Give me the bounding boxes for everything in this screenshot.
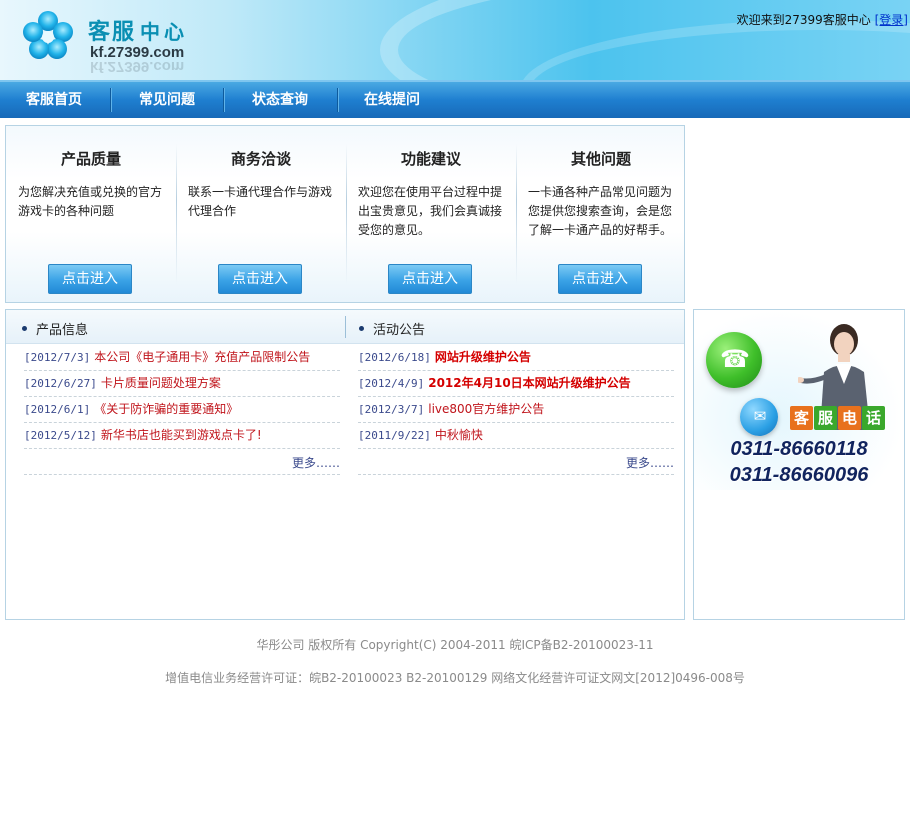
list-item[interactable]: [2012/7/3] 本公司《电子通用卡》充值产品限制公告 <box>24 345 340 371</box>
nav-item-faq[interactable]: 常见问题 <box>124 82 210 118</box>
item-title[interactable]: live800官方维护公告 <box>428 402 544 416</box>
category-description: 欢迎您在使用平台过程中提出宝贵意见，我们会真诚接受您的意见。 <box>358 185 503 237</box>
item-title[interactable]: 网站升级维护公告 <box>435 350 531 364</box>
label-char: 服 <box>814 406 837 430</box>
category-card-business: 商务洽谈 联系一卡通代理合作与游戏代理合作 点击进入 <box>176 126 346 302</box>
nav-divider <box>110 88 111 112</box>
category-card-suggestion: 功能建议 欢迎您在使用平台过程中提出宝贵意见，我们会真诚接受您的意见。 点击进入 <box>346 126 516 302</box>
list-item[interactable]: [2012/6/18] 网站升级维护公告 <box>358 345 674 371</box>
more-row: 更多…… <box>358 449 674 475</box>
category-description: 一卡通各种产品常见问题为您提供您搜索查询，会是您了解一卡通产品的好帮手。 <box>528 185 673 237</box>
category-title: 商务洽谈 <box>230 150 291 168</box>
logo-title: 客服 中心 <box>88 19 189 45</box>
enter-button[interactable]: 点击进入 <box>48 264 132 294</box>
clover-logo-icon <box>23 11 73 59</box>
item-title[interactable]: 《关于防诈骗的重要通知》 <box>94 402 238 416</box>
product-info-heading: 产品信息 <box>22 319 88 338</box>
category-card-quality: 产品质量 为您解决充值或兑换的官方游戏卡的各种问题 点击进入 <box>6 126 176 302</box>
enter-button[interactable]: 点击进入 <box>218 264 302 294</box>
qq-glyph-icon: ✉ <box>753 407 767 425</box>
nav-divider <box>223 88 224 112</box>
nav-item-status[interactable]: 状态查询 <box>236 82 324 118</box>
list-item[interactable]: [2011/9/22] 中秋愉快 <box>358 423 674 449</box>
item-date: [2012/6/18] <box>358 351 431 364</box>
category-title: 其他问题 <box>570 150 631 168</box>
logo-url-reflection: kf.27399.com <box>90 58 185 75</box>
service-phone-label: 客服电话 <box>790 406 886 432</box>
news-panel-header: 产品信息 活动公告 <box>6 310 684 344</box>
nav-item-ask[interactable]: 在线提问 <box>349 82 435 118</box>
nav-divider <box>337 88 338 112</box>
enter-button[interactable]: 点击进入 <box>388 264 472 294</box>
more-link[interactable]: 更多…… <box>292 456 340 470</box>
welcome-text: 欢迎来到27399客服中心 <box>736 13 871 27</box>
item-date: [2012/3/7] <box>358 403 425 416</box>
service-phone-1: 0311-86660118 <box>730 438 868 460</box>
service-phone-2: 0311-86660096 <box>729 464 869 486</box>
item-title[interactable]: 卡片质量问题处理方案 <box>101 376 221 390</box>
category-card-other: 其他问题 一卡通各种产品常见问题为您提供您搜索查询，会是您了解一卡通产品的好帮手… <box>516 126 686 302</box>
label-char: 电 <box>838 406 861 430</box>
list-item[interactable]: [2012/6/1] 《关于防诈骗的重要通知》 <box>24 397 340 423</box>
product-info-list: [2012/7/3] 本公司《电子通用卡》充值产品限制公告 [2012/6/27]… <box>24 345 340 475</box>
item-date: [2012/5/12] <box>24 429 97 442</box>
item-date: [2012/6/1] <box>24 403 91 416</box>
item-date: [2012/6/27] <box>24 377 97 390</box>
item-date: [2011/9/22] <box>358 429 431 442</box>
announcements-list: [2012/6/18] 网站升级维护公告 [2012/4/9] 2012年4月10日… <box>358 345 674 475</box>
category-title: 产品质量 <box>60 150 121 168</box>
item-title[interactable]: 中秋愉快 <box>435 428 483 442</box>
category-description: 为您解决充值或兑换的官方游戏卡的各种问题 <box>18 185 163 218</box>
main-nav: 客服首页 常见问题 状态查询 在线提问 <box>0 80 910 118</box>
enter-button[interactable]: 点击进入 <box>558 264 642 294</box>
item-title[interactable]: 新华书店也能买到游戏点卡了! <box>101 428 262 442</box>
item-title[interactable]: 本公司《电子通用卡》充值产品限制公告 <box>94 350 310 364</box>
label-char: 话 <box>862 406 885 430</box>
welcome-bar: 欢迎来到27399客服中心 [登录] <box>737 11 908 28</box>
more-row: 更多…… <box>24 449 340 475</box>
category-description: 联系一卡通代理合作与游戏代理合作 <box>188 185 333 218</box>
bullet-icon <box>359 326 364 331</box>
customer-service-panel: ☎ ✉ 客服电话 0311-86660118 0311-86660096 <box>693 309 905 620</box>
bullet-icon <box>22 326 27 331</box>
list-item[interactable]: [2012/6/27] 卡片质量问题处理方案 <box>24 371 340 397</box>
footer-copyright: 华彤公司 版权所有 Copyright(C) 2004-2011 皖ICP备B2… <box>256 638 654 652</box>
category-panel: 产品质量 为您解决充值或兑换的官方游戏卡的各种问题 点击进入 商务洽谈 联系一卡… <box>5 125 685 303</box>
login-link[interactable]: [登录] <box>875 13 908 27</box>
list-item[interactable]: [2012/4/9] 2012年4月10日本网站升级维护公告 <box>358 371 674 397</box>
more-link[interactable]: 更多…… <box>626 456 674 470</box>
telephone-glyph-icon: ☎ <box>720 345 750 373</box>
footer-license: 增值电信业务经营许可证：皖B2-20100023 B2-20100129 网络文… <box>165 671 745 685</box>
page-header: 客服 中心 kf.27399.com kf.27399.com 欢迎来到27399… <box>0 0 910 82</box>
nav-item-home[interactable]: 客服首页 <box>10 82 98 118</box>
item-date: [2012/7/3] <box>24 351 91 364</box>
announcements-heading: 活动公告 <box>359 319 425 338</box>
item-title[interactable]: 2012年4月10日本网站升级维护公告 <box>428 376 630 390</box>
category-title: 功能建议 <box>400 150 461 168</box>
label-char: 客 <box>790 406 813 430</box>
list-item[interactable]: [2012/5/12] 新华书店也能买到游戏点卡了! <box>24 423 340 449</box>
item-date: [2012/4/9] <box>358 377 425 390</box>
header-divider <box>345 316 346 338</box>
news-panel: 产品信息 活动公告 [2012/7/3] 本公司《电子通用卡》充值产品限制公告 [… <box>5 309 685 620</box>
list-item[interactable]: [2012/3/7] live800官方维护公告 <box>358 397 674 423</box>
